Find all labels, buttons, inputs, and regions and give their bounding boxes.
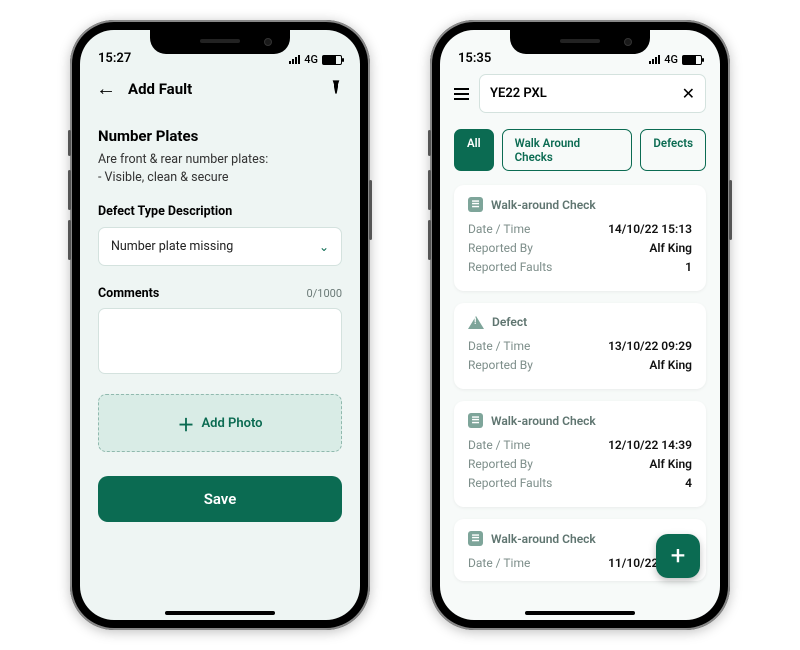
row-val: 14/10/22 15:13: [608, 222, 692, 236]
card-type: Walk-around Check: [491, 198, 596, 212]
close-icon[interactable]: ✕: [682, 84, 695, 103]
save-label: Save: [204, 490, 237, 508]
signal-icon: [289, 55, 300, 64]
list-item[interactable]: Defect Date / Time 13/10/22 09:29 Reporte…: [454, 303, 706, 389]
card-type: Walk-around Check: [491, 532, 596, 546]
phone-left: 15:27 4G ← Add Fault Number Plates Are f…: [70, 20, 370, 630]
list-item[interactable]: ☰ Walk-around Check Date / Time 12/10/22 …: [454, 401, 706, 507]
add-button[interactable]: +: [656, 534, 700, 578]
status-time: 15:27: [98, 51, 131, 66]
row-key: Date / Time: [468, 438, 530, 452]
filter-chips: All Walk Around Checks Defects: [440, 119, 720, 181]
row-key: Reported By: [468, 457, 533, 471]
row-val: 1: [685, 260, 692, 274]
chip-defects[interactable]: Defects: [640, 129, 706, 171]
comments-counter: 0/1000: [307, 287, 342, 300]
flashlight-icon[interactable]: [328, 79, 344, 99]
row-key: Reported Faults: [468, 476, 552, 490]
back-button[interactable]: ←: [96, 76, 116, 101]
section-title: Number Plates: [98, 127, 342, 145]
warning-icon: [468, 316, 484, 329]
question-line-1: Are front & rear number plates:: [98, 151, 342, 169]
home-indicator[interactable]: [525, 611, 635, 615]
search-value: YE22 PXL: [490, 86, 547, 101]
signal-icon: [649, 55, 660, 64]
question-line-2: - Visible, clean & secure: [98, 169, 342, 187]
add-photo-label: Add Photo: [201, 416, 262, 431]
defect-type-select[interactable]: Number plate missing ⌄: [98, 227, 342, 266]
plus-icon: ＋: [177, 411, 194, 436]
plus-icon: +: [671, 541, 686, 571]
check-icon: ☰: [468, 197, 483, 212]
row-val: Alf King: [649, 241, 692, 255]
status-time: 15:35: [458, 51, 491, 66]
defect-type-value: Number plate missing: [111, 239, 233, 254]
search-input[interactable]: YE22 PXL ✕: [479, 74, 706, 113]
check-icon: ☰: [468, 531, 483, 546]
add-photo-button[interactable]: ＋ Add Photo: [98, 394, 342, 452]
row-key: Reported Faults: [468, 260, 552, 274]
chip-all[interactable]: All: [454, 129, 494, 171]
records-list[interactable]: ☰ Walk-around Check Date / Time 14/10/22 …: [440, 181, 720, 581]
battery-icon: [322, 55, 342, 65]
card-type: Walk-around Check: [491, 414, 596, 428]
chip-walk-around[interactable]: Walk Around Checks: [502, 129, 633, 171]
phone-right: 15:35 4G YE22 PXL ✕ All Walk Around Chec…: [430, 20, 730, 630]
row-val: 12/10/22 14:39: [608, 438, 692, 452]
row-key: Reported By: [468, 241, 533, 255]
save-button[interactable]: Save: [98, 476, 342, 522]
page-title: Add Fault: [128, 80, 316, 98]
chevron-down-icon: ⌄: [319, 240, 329, 254]
list-item[interactable]: ☰ Walk-around Check Date / Time 14/10/22 …: [454, 185, 706, 291]
row-val: Alf King: [649, 358, 692, 372]
check-icon: ☰: [468, 413, 483, 428]
row-key: Reported By: [468, 358, 533, 372]
menu-button[interactable]: [454, 88, 469, 100]
battery-icon: [682, 55, 702, 65]
home-indicator[interactable]: [165, 611, 275, 615]
row-val: 13/10/22 09:29: [608, 339, 692, 353]
row-key: Date / Time: [468, 556, 530, 570]
card-type: Defect: [492, 315, 527, 329]
comments-label: Comments: [98, 286, 159, 301]
row-key: Date / Time: [468, 339, 530, 353]
row-val: 4: [685, 476, 692, 490]
status-network: 4G: [664, 53, 678, 66]
row-val: Alf King: [649, 457, 692, 471]
question-text: Are front & rear number plates: - Visibl…: [98, 151, 342, 186]
defect-type-label: Defect Type Description: [98, 204, 342, 219]
status-network: 4G: [304, 53, 318, 66]
comments-input[interactable]: [98, 308, 342, 374]
row-key: Date / Time: [468, 222, 530, 236]
